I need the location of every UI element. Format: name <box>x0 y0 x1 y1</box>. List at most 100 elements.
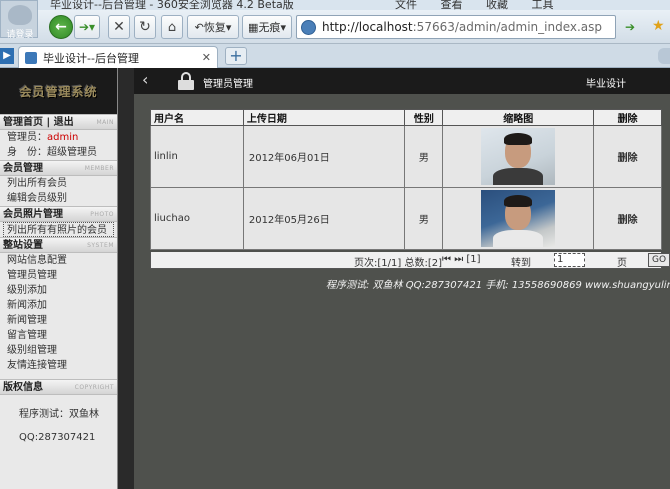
tab-admin[interactable]: 毕业设计--后台管理 ✕ <box>18 46 218 68</box>
plus-icon: + <box>229 46 243 65</box>
section-home-title: 管理首页 | 退出 <box>3 117 74 128</box>
sidebar-item-links[interactable]: 友情连接管理 <box>0 358 117 373</box>
menu-favorites[interactable]: 收藏 <box>486 0 508 10</box>
sidebar-item-members-with-photos[interactable]: 列出所有有照片的会员 <box>3 222 114 237</box>
content-topbar: ‹ 管理员管理 毕业设计 <box>134 68 670 94</box>
sidebar-item-edit-levels[interactable]: 编辑会员级别 <box>0 191 117 206</box>
chevron-left-icon[interactable]: ‹ <box>142 70 148 89</box>
menu-tools[interactable]: 工具 <box>532 0 554 10</box>
last-page-icon[interactable]: ⏭ <box>454 254 463 265</box>
restore-label: 恢复 <box>203 21 226 34</box>
role-value: 超级管理员 <box>47 147 97 158</box>
admin-label: 管理员： <box>7 132 47 143</box>
window-title: 毕业设计--后台管理 - 360安全浏览器 4.2 Beta版 <box>50 0 294 10</box>
thumbnail-image[interactable] <box>481 128 556 185</box>
delete-link[interactable]: 删除 <box>593 187 662 250</box>
profile-avatar[interactable]: 请登录 <box>0 0 38 40</box>
sidebar-item-site-config[interactable]: 网站信息配置 <box>0 253 117 268</box>
forward-button[interactable]: ➔▾ <box>74 15 100 39</box>
section-photo: 会员照片管理 PHOTO <box>0 206 117 222</box>
tab-title: 毕业设计--后台管理 <box>43 51 139 65</box>
sidebar-divider[interactable] <box>118 68 134 489</box>
copyright-qq: QQ:287307421 <box>19 432 96 443</box>
pagination-bar: 页次:[1/1] 总数:[2] ⏮ ⏭ [1] 转到 1 页 GO <box>150 252 670 269</box>
forward-icon: ➔▾ <box>78 20 96 34</box>
go-page-button[interactable]: GO <box>648 253 670 267</box>
section-member-title: 会员管理 <box>3 163 43 174</box>
section-photo-title: 会员照片管理 <box>3 209 63 220</box>
sidebar-item-list-members[interactable]: 列出所有会员 <box>0 176 117 191</box>
jump-label: 转到 <box>511 258 531 269</box>
cell-username: linlin <box>150 125 244 188</box>
cell-thumbnail <box>442 187 595 250</box>
section-home-tag: MAIN <box>96 119 114 126</box>
section-copyright-tag: COPYRIGHT <box>74 384 114 391</box>
delete-link[interactable]: 删除 <box>593 125 662 188</box>
cell-username: liuchao <box>150 187 244 250</box>
col-gender: 性别 <box>404 109 444 126</box>
cell-date: 2012年05月26日 <box>242 187 406 250</box>
tab-bar: ▶ 毕业设计--后台管理 ✕ + <box>0 44 670 68</box>
grid-icon: ▦ <box>248 20 259 34</box>
page-info: 页次:[1/1] 总数:[2] <box>354 258 442 269</box>
lock-icon <box>178 72 194 90</box>
go-button[interactable]: ➔ <box>620 18 640 36</box>
site-name: 毕业设计 <box>586 79 626 90</box>
photo-table: 用户名 上传日期 性别 缩略图 删除 linlin 2012年06月01日 男 … <box>150 109 662 250</box>
sidebar-item-admin-manage[interactable]: 管理员管理 <box>0 268 117 283</box>
go-icon: ➔ <box>624 20 636 34</box>
copyright-tester: 程序测试：双鱼林 <box>19 409 99 420</box>
page-title: 管理员管理 <box>203 79 253 90</box>
section-system: 整站设置 SYSTEM <box>0 237 117 253</box>
footer-credits: 程序测试: 双鱼林 QQ:287307421 手机: 13558690869 w… <box>326 280 670 291</box>
cell-thumbnail <box>442 125 595 188</box>
page-jump-input[interactable]: 1 <box>554 253 585 267</box>
col-thumbnail: 缩略图 <box>442 109 595 126</box>
col-upload-date: 上传日期 <box>242 109 406 126</box>
undo-icon: ↶ <box>194 20 204 34</box>
section-home[interactable]: 管理首页 | 退出 MAIN <box>0 114 117 130</box>
globe-icon <box>301 19 316 35</box>
stop-button[interactable]: ✕ <box>108 15 130 39</box>
back-icon: ← <box>55 19 67 35</box>
profile-login-label: 请登录 <box>6 30 34 40</box>
sidebar-logo: 会员管理系统 <box>0 68 117 114</box>
page-number-link[interactable]: [1] <box>466 254 480 265</box>
refresh-button[interactable]: ↻ <box>134 15 156 39</box>
sidebar-item-messages[interactable]: 留言管理 <box>0 328 117 343</box>
thumbnail-image[interactable] <box>481 190 556 247</box>
sidebar-item-level-add[interactable]: 级别添加 <box>0 283 117 298</box>
sidebar-item-level-groups[interactable]: 级别组管理 <box>0 343 117 358</box>
sidebar-item-news-add[interactable]: 新闻添加 <box>0 298 117 313</box>
section-system-tag: SYSTEM <box>87 242 114 249</box>
table-header-row: 用户名 上传日期 性别 缩略图 删除 <box>150 109 662 126</box>
new-tab-button[interactable]: + <box>225 47 247 65</box>
role-label: 身 份： <box>7 147 47 158</box>
first-page-icon[interactable]: ⏮ <box>442 254 451 265</box>
address-bar[interactable]: http://localhost:57663/admin/admin_index… <box>296 15 616 39</box>
admin-name: admin <box>47 132 79 143</box>
section-member-tag: MEMBER <box>84 165 114 172</box>
close-icon[interactable]: ✕ <box>202 51 211 64</box>
home-button[interactable]: ⌂ <box>161 15 183 39</box>
sidebar-toggle-icon[interactable]: ▶ <box>0 48 14 64</box>
chevron-down-icon: ▾ <box>280 20 286 34</box>
incognito-button[interactable]: ▦ 无痕 ▾ <box>242 15 292 39</box>
sidebar-item-news-manage[interactable]: 新闻管理 <box>0 313 117 328</box>
tab-scroll-handle[interactable] <box>658 48 670 64</box>
cell-gender: 男 <box>404 187 444 250</box>
table-row: liuchao 2012年05月26日 男 删除 <box>150 187 662 250</box>
favorite-button[interactable]: ★ <box>652 18 670 36</box>
menu-view[interactable]: 查看 <box>441 0 463 10</box>
section-copyright: 版权信息 COPYRIGHT <box>0 379 117 395</box>
menu-file[interactable]: 文件 <box>395 0 417 10</box>
url-path: :57663/admin/admin_index.asp <box>412 20 603 34</box>
role-info: 身 份：超级管理员 <box>0 145 117 160</box>
restore-button[interactable]: ↶ 恢复 ▾ <box>187 15 239 39</box>
page-unit-label: 页 <box>617 258 627 269</box>
avatar-icon <box>8 5 32 25</box>
section-copyright-title: 版权信息 <box>3 382 43 393</box>
back-button[interactable]: ← <box>49 15 73 39</box>
admin-sidebar: 会员管理系统 管理首页 | 退出 MAIN 管理员：admin 身 份：超级管理… <box>0 68 118 489</box>
star-icon: ★ <box>652 18 665 34</box>
